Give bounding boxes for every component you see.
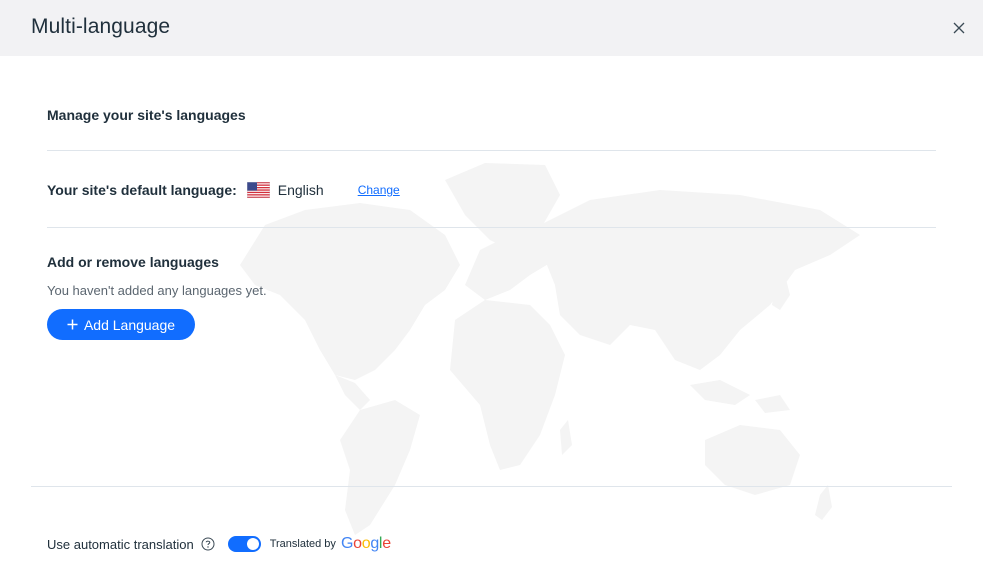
auto-translation-label: Use automatic translation (47, 536, 194, 552)
dialog-header: Multi-language (0, 0, 983, 56)
plus-icon (67, 319, 78, 330)
help-circle-icon[interactable] (201, 537, 215, 551)
close-button[interactable] (950, 19, 968, 37)
default-language-name: English (277, 182, 324, 198)
dialog-content: Manage your site's languages Your site's… (0, 56, 983, 565)
auto-translation-toggle[interactable] (227, 536, 261, 552)
default-language-label: Your site's default language: (47, 182, 237, 198)
google-logo: Google (340, 535, 391, 552)
us-flag-icon (246, 182, 270, 198)
change-language-link[interactable]: Change (358, 183, 400, 197)
divider (47, 227, 936, 228)
close-icon (953, 22, 965, 34)
dialog-title: Multi-language (31, 15, 171, 38)
add-language-button[interactable]: Add Language (47, 309, 195, 340)
add-language-label: Add Language (83, 316, 176, 333)
add-remove-languages-title: Add or remove languages (47, 254, 219, 270)
auto-translation-row: Use automatic translation Translated by … (47, 534, 391, 554)
manage-languages-title: Manage your site's languages (47, 107, 246, 123)
toggle-knob (246, 538, 259, 550)
translated-by-label: Translated by (269, 538, 336, 550)
default-language-row: Your site's default language: English Ch… (47, 180, 400, 200)
divider (47, 150, 936, 151)
no-languages-text: You haven't added any languages yet. (47, 283, 267, 298)
footer-divider (31, 486, 952, 487)
